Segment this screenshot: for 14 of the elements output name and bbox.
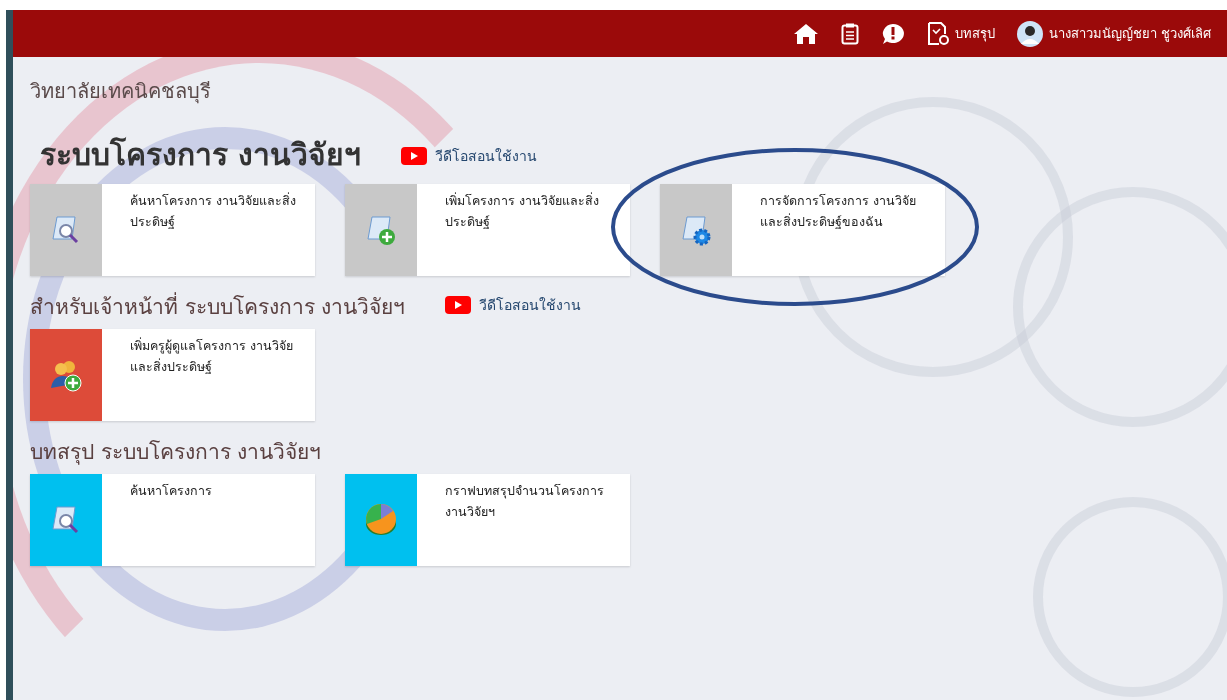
section-title: ระบบโครงการ งานวิจัยฯ	[40, 136, 362, 174]
menu-tile[interactable]: ค้นหาโครงการ งานวิจัยและสิ่งประดิษฐ์	[30, 184, 315, 276]
menu-tile[interactable]: เพิ่มครูผู้ดูแลโครงการ งานวิจัยและสิ่งประดิษฐ์	[30, 329, 315, 421]
menu-tile[interactable]: กราฟบทสรุปจำนวนโครงการ งานวิจัยฯ	[345, 474, 630, 566]
menu-tile[interactable]: ค้นหาโครงการ	[30, 474, 315, 566]
video-tutorial-link[interactable]: วีดีโอสอนใช้งาน	[401, 145, 538, 167]
college-name: วิทยาลัยเทคนิคชลบุรี	[30, 78, 212, 106]
menu-tile[interactable]: เพิ่มโครงการ งานวิจัยและสิ่งประดิษฐ์	[345, 184, 630, 276]
menu-tile[interactable]: การจัดการโครงการ งานวิจัยและสิ่งประดิษฐ์ของฉัน	[660, 184, 945, 276]
video-tutorial-link[interactable]: วีดีโอสอนใช้งาน	[445, 294, 582, 316]
section-title: สำหรับเจ้าหน้าที่ ระบบโครงการ งานวิจัยฯ	[30, 290, 406, 323]
user-menu[interactable]: นางสาวมนัญญ์ชยา ชูวงศ์เลิศ	[1016, 20, 1211, 47]
summary-link[interactable]: บทสรุป	[926, 21, 995, 46]
section-title: บทสรุป ระบบโครงการ งานวิจัยฯ	[30, 439, 322, 467]
